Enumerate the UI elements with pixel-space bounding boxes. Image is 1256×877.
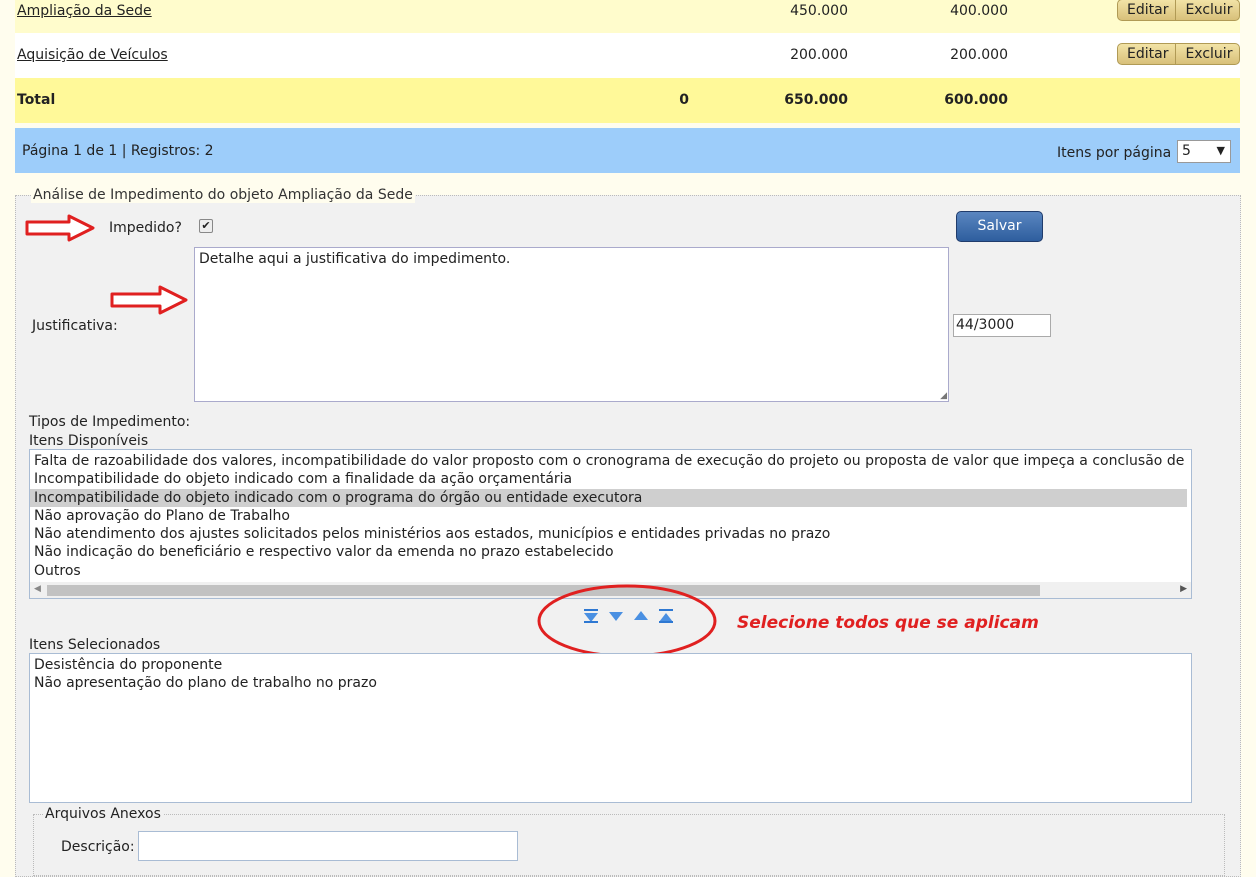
delete-button[interactable]: Excluir [1175,0,1239,20]
annotation-text: Selecione todos que se aplicam [737,613,1039,633]
justification-label: Justificativa: [32,318,118,334]
justification-text: Detalhe aqui a justificativa do impedime… [199,251,511,267]
analysis-legend: Análise de Impedimento do objeto Ampliaç… [31,187,415,203]
chevron-down-icon: ▼ [1216,144,1225,157]
row-value-1: 450.000 [790,3,848,19]
impeded-checkbox[interactable]: ✔ [199,219,213,233]
row-name-link[interactable]: Ampliação da Sede [17,3,152,19]
attachments-legend: Arquivos Anexos [43,806,163,822]
edit-button[interactable]: Editar [1118,44,1175,64]
list-item[interactable]: Desistência do proponente [30,656,1191,674]
impeded-label: Impedido? [109,220,182,236]
available-listbox[interactable]: Falta de razoabilidade dos valores, inco… [29,449,1192,599]
row-actions: Editar Excluir [1117,0,1241,21]
total-value-2: 600.000 [944,92,1008,108]
description-label: Descrição: [61,839,135,855]
row-actions: Editar Excluir [1117,43,1241,65]
red-arrow-annotation [110,285,188,315]
justification-textarea[interactable]: Detalhe aqui a justificativa do impedime… [194,247,949,402]
row-value-2: 400.000 [950,3,1008,19]
selected-listbox[interactable]: Desistência do proponente Não apresentaç… [29,653,1192,803]
types-label: Tipos de Impedimento: [29,414,191,430]
per-page-select[interactable]: 5 ▼ [1177,140,1231,163]
char-count: 44/3000 [956,317,1015,333]
save-button[interactable]: Salvar [956,211,1043,242]
total-value-1: 650.000 [784,92,848,108]
table-row: Aquisição de Veículos 200.000 200.000 Ed… [15,33,1241,78]
char-count-field: 44/3000 [953,314,1051,337]
scroll-right-icon[interactable]: ▶ [1180,584,1187,594]
description-input[interactable] [138,831,518,861]
pager-bar: Página 1 de 1 | Registros: 2 Itens por p… [15,128,1240,173]
row-name-link[interactable]: Aquisição de Veículos [17,47,168,63]
list-item[interactable]: Falta de razoabilidade dos valores, inco… [30,452,1187,470]
list-item[interactable]: Não aprovação do Plano de Trabalho [30,507,1187,525]
available-label: Itens Disponíveis [29,433,149,449]
list-item[interactable]: Não atendimento dos ajustes solicitados … [30,525,1187,543]
table-row: Ampliação da Sede 450.000 400.000 Editar… [15,0,1241,33]
red-arrow-annotation [25,214,95,242]
total-value-0: 0 [679,92,689,108]
red-ellipse-annotation [537,584,717,658]
resize-handle-icon[interactable]: ◢ [940,391,947,401]
total-label: Total [17,92,56,108]
list-item[interactable]: Não indicação do beneficiário e respecti… [30,543,1187,561]
pager-info: Página 1 de 1 | Registros: 2 [22,143,214,159]
total-row: Total 0 650.000 600.000 [15,78,1240,123]
per-page-label: Itens por página [1057,145,1172,161]
delete-button[interactable]: Excluir [1175,44,1239,64]
edit-button[interactable]: Editar [1118,0,1175,20]
list-item[interactable]: Não apresentação do plano de trabalho no… [30,674,1191,692]
list-item[interactable]: Incompatibilidade do objeto indicado com… [30,470,1187,488]
row-value-1: 200.000 [790,47,848,63]
selected-label: Itens Selecionados [29,637,161,653]
row-value-2: 200.000 [950,47,1008,63]
per-page-value: 5 [1182,143,1191,159]
list-item[interactable]: Incompatibilidade do objeto indicado com… [30,488,1187,507]
list-item[interactable]: Outros [30,562,1187,580]
scroll-left-icon[interactable]: ◀ [34,584,41,594]
